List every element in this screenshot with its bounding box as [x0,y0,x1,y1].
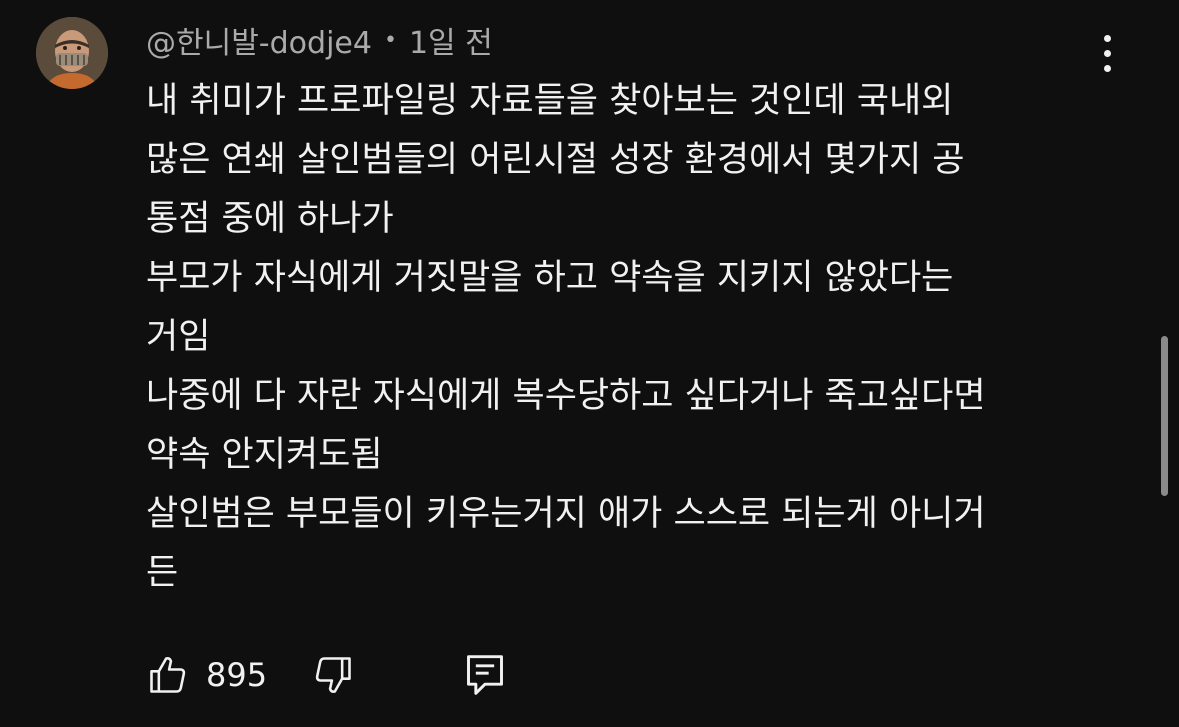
thumbs-down-icon [315,657,351,693]
comment-text-line: 내 취미가 프로파일링 자료들을 찾아보는 것인데 국내외 [146,81,954,121]
scrollbar-thumb[interactable] [1161,336,1168,496]
comment-text-line: 거임 [146,317,211,357]
more-vertical-icon-dot [1103,49,1111,57]
like-button[interactable] [146,653,190,697]
author-name[interactable]: @한니발-dodje4 [146,18,372,62]
dislike-button[interactable] [311,653,355,697]
hannibal-mask-icon [36,17,108,89]
like-count: 895 [206,656,268,694]
comment-menu-button[interactable] [1088,28,1126,78]
comment-text-line: 부모가 자식에게 거짓말을 하고 약속을 지키지 않았다는 [146,258,954,298]
comment-header: @한니발-dodje4 • 1일 전 [146,18,493,62]
reply-button[interactable] [463,651,507,699]
comment-body: 내 취미가 프로파일링 자료들을 찾아보는 것인데 국내외 많은 연쇄 살인범들… [146,72,1106,603]
more-vertical-icon-dot [1103,64,1111,72]
comment-text-line: 살인범은 부모들이 키우는거지 애가 스스로 되는게 아니거 [146,494,986,534]
comment-text-line: 통점 중에 하나가 [146,199,394,239]
author-avatar[interactable] [36,17,108,89]
thumbs-up-icon [150,657,186,693]
comment-thread-item: @한니발-dodje4 • 1일 전 내 취미가 프로파일링 자료들을 찾아보는… [0,0,1179,727]
more-vertical-icon-dot [1103,34,1111,42]
comment-text-line: 든 [146,553,179,593]
header-separator: • [383,27,397,53]
comment-actions: 895 [146,648,507,702]
reply-comment-icon [467,655,504,695]
comment-text-line: 약속 안지켜도됨 [146,435,383,475]
comment-timestamp[interactable]: 1일 전 [409,18,493,62]
comment-text-line: 나중에 다 자란 자식에게 복수당하고 싶다거나 죽고싶다면 [146,376,986,416]
comment-text-line: 많은 연쇄 살인범들의 어린시절 성장 환경에서 몇가지 공 [146,140,965,180]
